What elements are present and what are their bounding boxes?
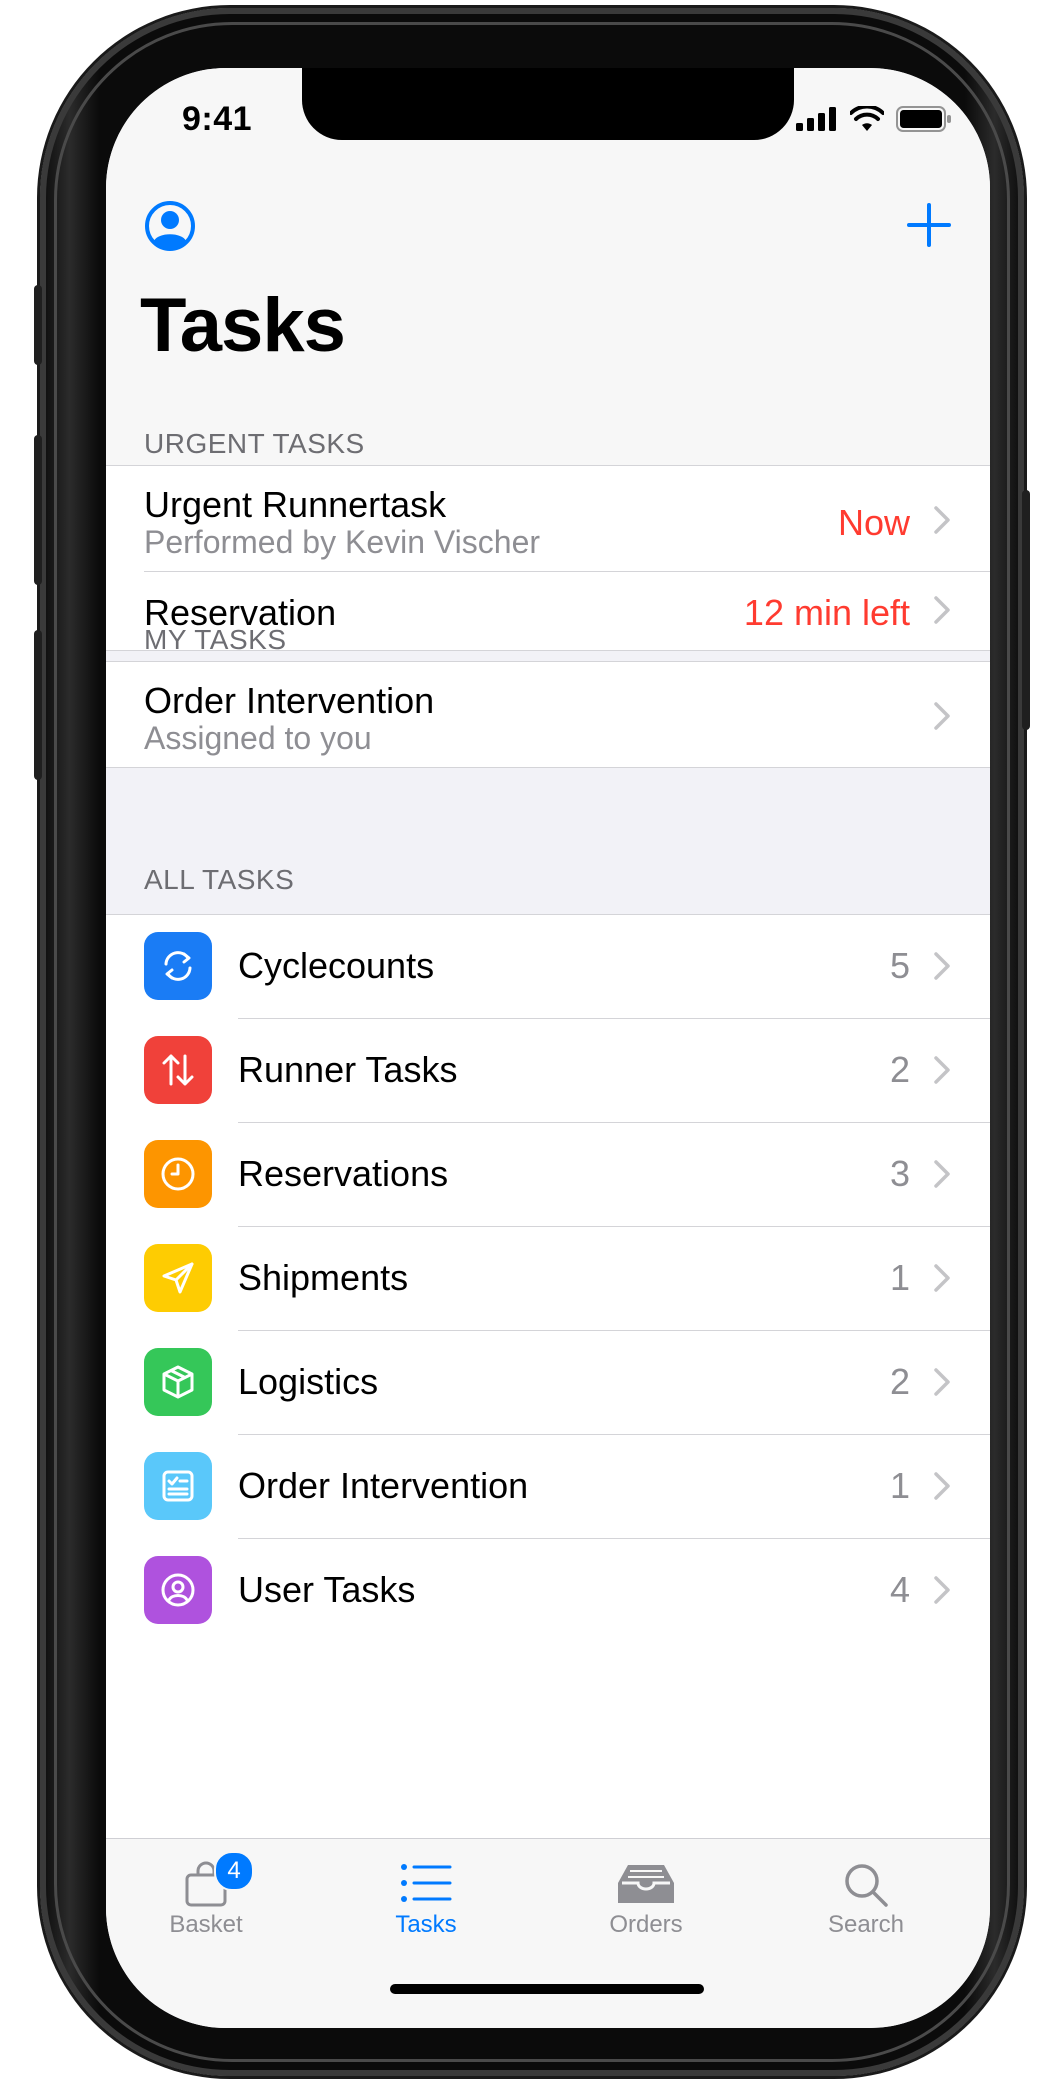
my-task-row[interactable]: Order Intervention Assigned to you bbox=[106, 662, 990, 767]
checklist-icon bbox=[144, 1452, 212, 1520]
list-icon bbox=[401, 1864, 452, 1902]
category-row-cyclecounts[interactable]: Cyclecounts 5 bbox=[106, 915, 990, 1018]
category-count: 5 bbox=[889, 945, 910, 986]
category-row-runner-tasks[interactable]: Runner Tasks 2 bbox=[106, 1019, 990, 1122]
chevron-right-icon bbox=[934, 1472, 950, 1500]
status-bar: 9:41 bbox=[106, 68, 990, 168]
category-count: 1 bbox=[889, 1257, 910, 1298]
task-status: 12 min left bbox=[743, 592, 910, 633]
task-title: Urgent Runnertask bbox=[144, 484, 447, 525]
chevron-right-icon bbox=[934, 702, 950, 730]
section-header-all-tasks: ALL TASKS bbox=[144, 864, 295, 895]
all-tasks-group: Cyclecounts 5 Runner Tasks 2 Reservation… bbox=[106, 914, 990, 1845]
category-count: 1 bbox=[889, 1465, 910, 1506]
tab-search[interactable]: Search bbox=[766, 1851, 966, 1939]
chevron-right-icon bbox=[934, 1056, 950, 1084]
chevron-right-icon bbox=[934, 1576, 950, 1604]
section-header-urgent: URGENT TASKS bbox=[144, 428, 365, 459]
navigation-bar: Tasks bbox=[106, 168, 990, 469]
category-count: 4 bbox=[889, 1569, 910, 1610]
paper-plane-icon bbox=[144, 1244, 212, 1312]
home-indicator[interactable] bbox=[390, 1984, 704, 1994]
category-label: Reservations bbox=[238, 1153, 449, 1194]
task-status: Now bbox=[837, 502, 910, 543]
wifi-icon bbox=[850, 106, 884, 131]
category-label: Logistics bbox=[238, 1361, 379, 1402]
category-label: Runner Tasks bbox=[238, 1049, 458, 1090]
tab-bar: 4 Basket Tasks Orders Search bbox=[106, 1838, 990, 2028]
screen: 9:41 Tasks URGENT TASKS Urgent Runnertas… bbox=[106, 68, 990, 2028]
power-button bbox=[1022, 490, 1030, 730]
swap-arrows-icon bbox=[144, 1036, 212, 1104]
profile-icon[interactable] bbox=[144, 200, 196, 252]
chevron-right-icon bbox=[934, 1368, 950, 1396]
chevron-right-icon bbox=[934, 1160, 950, 1188]
page-title: Tasks bbox=[140, 283, 346, 368]
status-icons bbox=[796, 106, 952, 132]
refresh-icon bbox=[144, 932, 212, 1000]
category-label: User Tasks bbox=[238, 1569, 416, 1610]
cellular-signal-icon bbox=[796, 107, 836, 131]
category-count: 2 bbox=[889, 1361, 910, 1402]
status-time: 9:41 bbox=[182, 100, 253, 138]
task-subtitle: Assigned to you bbox=[144, 720, 372, 756]
volume-down-button bbox=[34, 630, 42, 780]
search-icon bbox=[845, 1864, 888, 1907]
chevron-right-icon bbox=[934, 596, 950, 624]
tab-label: Basket bbox=[169, 1911, 243, 1938]
tab-basket[interactable]: 4 Basket bbox=[106, 1851, 306, 1939]
tab-tasks[interactable]: Tasks bbox=[326, 1851, 526, 1939]
category-row-shipments[interactable]: Shipments 1 bbox=[106, 1227, 990, 1330]
chevron-right-icon bbox=[934, 1264, 950, 1292]
basket-badge: 4 bbox=[214, 1851, 254, 1891]
tray-icon bbox=[618, 1865, 674, 1903]
category-row-user-tasks[interactable]: User Tasks 4 bbox=[106, 1539, 990, 1642]
mute-switch bbox=[34, 285, 42, 365]
notch bbox=[302, 68, 794, 140]
category-row-order-intervention[interactable]: Order Intervention 1 bbox=[106, 1435, 990, 1538]
box-icon bbox=[144, 1348, 212, 1416]
task-subtitle: Performed by Kevin Vischer bbox=[144, 524, 541, 560]
section-header-my-tasks: MY TASKS bbox=[144, 624, 287, 655]
category-row-logistics[interactable]: Logistics 2 bbox=[106, 1331, 990, 1434]
user-circle-icon bbox=[144, 1556, 212, 1624]
category-label: Order Intervention bbox=[238, 1465, 529, 1506]
tab-label: Orders bbox=[609, 1911, 683, 1938]
clock-icon bbox=[144, 1140, 212, 1208]
volume-up-button bbox=[34, 435, 42, 585]
add-icon[interactable] bbox=[906, 202, 952, 248]
task-title: Order Intervention bbox=[144, 680, 435, 721]
category-count: 3 bbox=[889, 1153, 910, 1194]
battery-icon bbox=[896, 106, 951, 132]
category-label: Shipments bbox=[238, 1257, 409, 1298]
urgent-task-row[interactable]: Urgent Runnertask Performed by Kevin Vis… bbox=[106, 466, 990, 571]
tab-orders[interactable]: Orders bbox=[546, 1851, 746, 1939]
tab-label: Search bbox=[827, 1911, 905, 1938]
chevron-right-icon bbox=[934, 952, 950, 980]
chevron-right-icon bbox=[934, 506, 950, 534]
category-count: 2 bbox=[889, 1049, 910, 1090]
category-label: Cyclecounts bbox=[238, 945, 435, 986]
my-tasks-group: Order Intervention Assigned to you bbox=[106, 661, 990, 768]
tab-label: Tasks bbox=[395, 1911, 457, 1938]
category-row-reservations[interactable]: Reservations 3 bbox=[106, 1123, 990, 1226]
